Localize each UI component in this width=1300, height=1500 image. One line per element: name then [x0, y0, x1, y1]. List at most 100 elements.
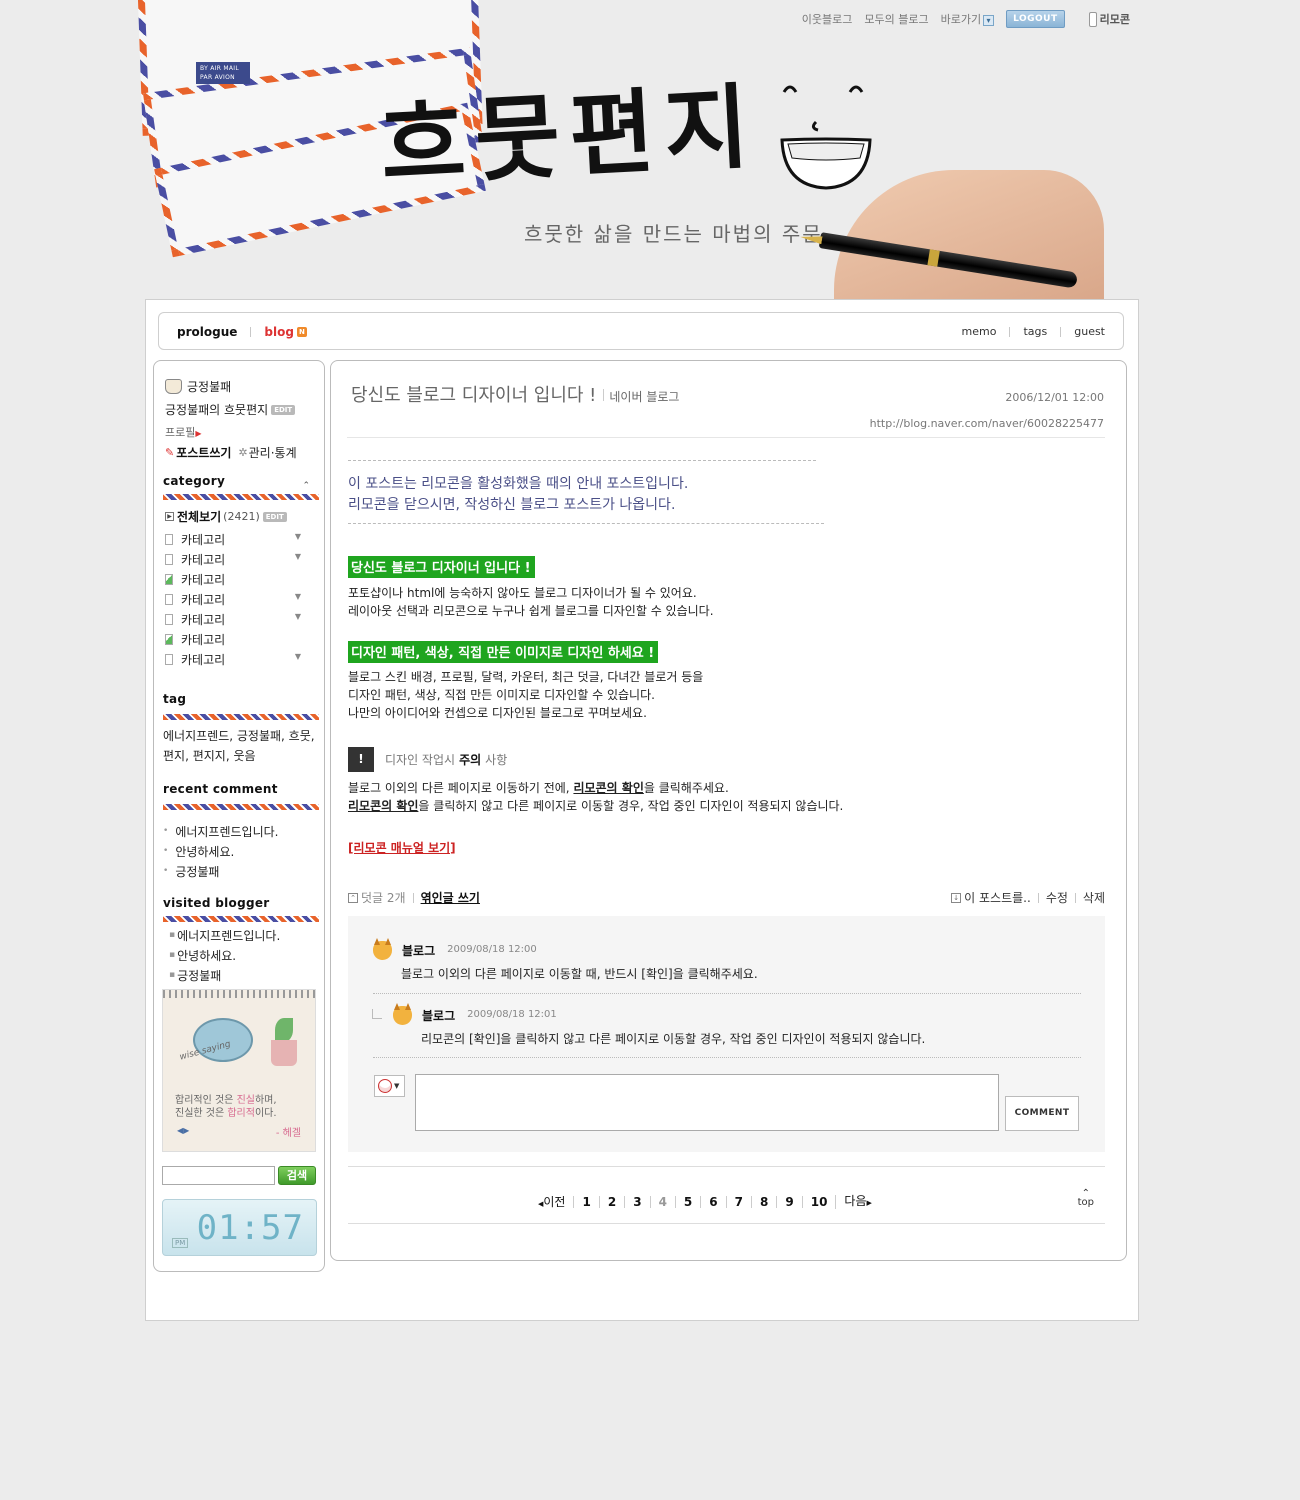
quote-prev-next-icon[interactable]: ◀▶ — [177, 1126, 189, 1135]
category-item[interactable]: 카테고리 ▼ — [165, 589, 315, 609]
menu-blog[interactable]: blog — [264, 325, 294, 339]
airmail-stamp: BY AIR MAIL PAR AVION — [196, 62, 250, 84]
text-emphasis: 리모콘의 확인 — [348, 799, 419, 813]
menu-memo[interactable]: memo — [962, 325, 997, 338]
admin-stats-link[interactable]: 관리·통계 — [249, 444, 297, 461]
category-label: 카테고리 — [181, 532, 226, 547]
menu-prologue[interactable]: prologue — [177, 325, 237, 339]
comment-submit-button[interactable]: COMMENT — [1005, 1096, 1079, 1131]
delete-link[interactable]: 삭제 — [1083, 889, 1105, 906]
remocon-button[interactable]: 리모콘 — [1077, 11, 1130, 27]
page-link[interactable]: 10 — [801, 1195, 836, 1208]
logout-button[interactable]: LOGOUT — [1006, 10, 1065, 28]
airmail-stripe — [163, 714, 319, 720]
category-item[interactable]: 카테고리 ▼ — [165, 649, 315, 669]
collapse-comments-icon[interactable]: ⌃ — [348, 892, 358, 903]
paragraph-line: 블로그 스킨 배경, 프로필, 달력, 카운터, 최근 덧글, 다녀간 블로거 … — [348, 670, 704, 684]
airmail-stripe — [163, 804, 319, 810]
profile-name-label: 긍정불패 — [187, 380, 232, 394]
this-post-menu[interactable]: 이 포스트를.. — [964, 889, 1031, 906]
list-item[interactable]: • 안녕하세요. — [163, 841, 279, 861]
category-list: 카테고리 ▼ 카테고리 ▼ 카테고리 카테고리 ▼ 카테고리 ▼ 카테고리 카테고리 ▼ — [165, 529, 315, 669]
blog-actions: ✎ 포스트쓰기 ✲ 관리·통계 — [165, 444, 297, 461]
category-item[interactable]: 카테고리 ▼ — [165, 609, 315, 629]
chevron-down-icon[interactable]: ▼ — [295, 552, 301, 561]
blog-subtitle: 흐뭇한 삶을 만드는 마법의 주문 — [524, 222, 823, 246]
back-to-top-link[interactable]: ⌃ top — [1077, 1189, 1094, 1208]
post-url[interactable]: http://blog.naver.com/naver/60028225477 — [870, 417, 1104, 430]
write-post-link[interactable]: 포스트쓰기 — [176, 444, 231, 461]
list-item[interactable]: • 긍정불패 — [163, 861, 279, 881]
page-link[interactable]: 4 — [649, 1195, 675, 1208]
paragraph-line: 블로그 이외의 다른 페이지로 이동하기 전에, 리모콘의 확인을 클릭해주세요… — [348, 779, 843, 797]
text-fragment: 블로그 이외의 다른 페이지로 이동하기 전에, — [348, 781, 574, 795]
prev-page-link[interactable]: ◀이전 — [538, 1193, 573, 1210]
profile-link[interactable]: 프로필▶ — [165, 424, 202, 440]
page-link[interactable]: 3 — [624, 1195, 649, 1208]
post-area: 당신도 블로그 디자이너 입니다 ! 네이버 블로그 2006/12/01 12… — [330, 360, 1127, 1261]
page-link[interactable]: 7 — [725, 1195, 751, 1208]
goto-dropdown[interactable]: 바로가기 ▾ — [941, 11, 995, 27]
category-item[interactable]: 카테고리 — [165, 569, 315, 589]
blog-name: 긍정불패의 흐뭇편지 EDIT — [165, 401, 296, 418]
bullet-icon: • — [163, 846, 169, 856]
emoticon-face-icon — [378, 1079, 392, 1093]
document-icon — [165, 553, 173, 565]
search-button[interactable]: 검색 — [278, 1166, 316, 1185]
next-page-link[interactable]: 다음▶ — [835, 1194, 872, 1209]
triangle-right-icon: ▶ — [866, 1198, 872, 1207]
edit-badge[interactable]: EDIT — [271, 404, 296, 415]
dog-avatar-icon — [373, 941, 392, 960]
menu-guest[interactable]: guest — [1074, 325, 1105, 338]
play-icon: ▶ — [165, 512, 174, 521]
paragraph-line: 리모콘의 확인을 클릭하지 않고 다른 페이지로 이동할 경우, 작업 중인 디… — [348, 797, 843, 815]
list-item[interactable]: • 에너지프렌드입니다. — [163, 821, 279, 841]
neighbor-blog-link[interactable]: 이웃블로그 — [802, 11, 853, 27]
page-link[interactable]: 9 — [776, 1195, 801, 1208]
chevron-down-icon[interactable]: ▼ — [295, 532, 301, 541]
comment-author[interactable]: 블로그 — [402, 942, 435, 959]
chevron-down-icon[interactable]: ▼ — [295, 592, 301, 601]
comment-author[interactable]: 블로그 — [422, 1007, 455, 1024]
bullet-icon: ▪ — [169, 970, 176, 980]
page-link[interactable]: 1 — [573, 1195, 598, 1208]
chevron-down-icon[interactable]: ▼ — [295, 652, 301, 661]
list-item[interactable]: ▪ 에너지프렌드입니다. — [169, 925, 280, 945]
page-link[interactable]: 5 — [674, 1195, 700, 1208]
divider — [347, 437, 1105, 438]
collapse-icon[interactable]: ⌃ — [302, 481, 310, 491]
comment-input[interactable] — [415, 1074, 999, 1131]
everyone-blog-link[interactable]: 모두의 블로그 — [864, 11, 928, 27]
blog-title[interactable]: 흐뭇편지 — [377, 52, 762, 205]
edit-link[interactable]: 수정 — [1046, 889, 1068, 906]
list-item[interactable]: ▪ 안녕하세요. — [169, 945, 280, 965]
page-link[interactable]: 6 — [700, 1195, 725, 1208]
top-label: top — [1077, 1197, 1094, 1208]
document-icon — [165, 533, 173, 545]
page-link[interactable]: 2 — [598, 1195, 624, 1208]
category-item[interactable]: 카테고리 — [165, 629, 315, 649]
category-item[interactable]: 카테고리 ▼ — [165, 549, 315, 569]
comment-header: 블로그 2009/08/18 12:01 — [393, 1006, 557, 1025]
category-title: category — [163, 474, 226, 488]
profile-name[interactable]: 긍정불패 — [165, 378, 231, 395]
pencil-icon: ✎ — [165, 446, 175, 459]
category-all[interactable]: ▶ 전체보기 (2421) EDIT — [165, 508, 287, 525]
post-title[interactable]: 당신도 블로그 디자이너 입니다 ! — [351, 381, 596, 407]
category-label: 카테고리 — [181, 572, 226, 587]
chevron-down-icon[interactable]: ▼ — [295, 612, 301, 621]
page-link[interactable]: 8 — [751, 1195, 776, 1208]
post-category[interactable]: 네이버 블로그 — [609, 388, 679, 405]
list-item[interactable]: ▪ 긍정불패 — [169, 965, 280, 985]
edit-badge[interactable]: EDIT — [262, 511, 287, 522]
remote-control-icon — [1088, 11, 1097, 27]
trackback-link[interactable]: 엮인글 쓰기 — [421, 889, 480, 906]
search-input[interactable] — [162, 1166, 275, 1185]
category-item[interactable]: 카테고리 ▼ — [165, 529, 315, 549]
emoticon-dropdown[interactable]: ▼ — [374, 1075, 405, 1097]
comment-count-link[interactable]: 덧글 2개 — [361, 889, 406, 906]
triangle-right-icon: ▶ — [195, 429, 202, 438]
tag-cloud[interactable]: 에너지프렌드, 긍정불패, 흐뭇, 편지, 편지지, 웃음 — [163, 726, 318, 766]
remocon-manual-link[interactable]: [리모콘 매뉴얼 보기] — [348, 839, 456, 856]
menu-tags[interactable]: tags — [1023, 325, 1047, 338]
